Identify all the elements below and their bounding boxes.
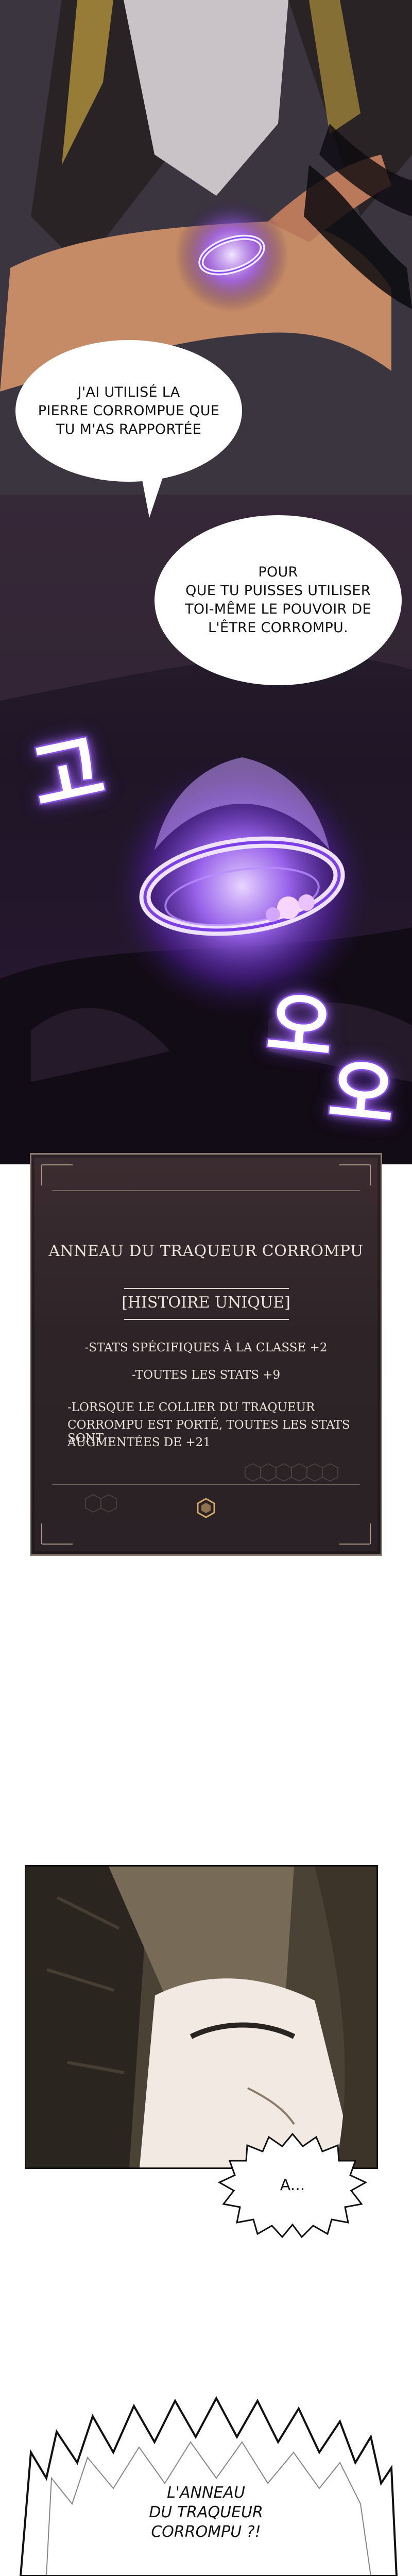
bubble-line: PIERRE CORROMPUE QUE (38, 402, 220, 419)
character-closeup-art (26, 1867, 376, 2167)
ring-gem-icon (277, 896, 300, 919)
sfx-o-1: 오 (262, 980, 339, 1074)
stat-line: -TOUTES LES STATS +9 (131, 1368, 281, 1382)
exclaim-line: CORROMPU ?! (151, 2523, 261, 2541)
exclaim-line: DU TRAQUEUR (149, 2503, 263, 2521)
bubble-line: POUR (258, 564, 298, 580)
speech-bubble-1: J'AI UTILISÉ LA PIERRE CORROMPUE QUE TU … (15, 340, 242, 482)
bubble-line: L'ÊTRE CORROMPU. (208, 620, 348, 636)
bonus-line: -LORSQUE LE COLLIER DU TRAQUEUR (67, 1401, 315, 1414)
speech-bubble-2: POUR QUE TU PUISSES UTILISER TOI-MÊME LE… (154, 515, 402, 685)
stat-line: -STATS SPÉCIFIQUES À LA CLASSE +2 (84, 1341, 328, 1354)
reaction-bubble: A... (215, 2131, 370, 2239)
reaction-text: A... (280, 2176, 305, 2194)
bubble-line: TOI-MÊME LE POUVOIR DE (185, 601, 371, 617)
bubble-line: J'AI UTILISÉ LA (77, 384, 180, 400)
item-title: ANNEAU DU TRAQUEUR CORROMPU (48, 1242, 364, 1260)
illustration-panel-top: J'AI UTILISÉ LA PIERRE CORROMPUE QUE TU … (0, 0, 412, 1164)
item-info-window: ANNEAU DU TRAQUEUR CORROMPU [HISTOIRE UN… (30, 1153, 382, 1556)
exclaim-line: L'ANNEAU (167, 2484, 245, 2502)
illustration-panel-bottom (0, 2349, 412, 2576)
ring-glow-small (175, 198, 288, 312)
exclaim-text: L'ANNEAU DU TRAQUEUR CORROMPU ?! (0, 2483, 412, 2542)
illustration-panel-mid (25, 1865, 378, 2169)
bubble-tail (139, 464, 167, 518)
bubble-line: TU M'AS RAPPORTÉE (56, 421, 202, 437)
window-decoration (41, 1164, 371, 1545)
bonus-line: AUGMENTÉES DE +21 (67, 1436, 211, 1449)
bubble-line: QUE TU PUISSES UTILISER (185, 583, 371, 599)
item-rarity: [HISTOIRE UNIQUE] (122, 1294, 290, 1312)
sfx-o-2: 오 (323, 1047, 401, 1141)
exclaim-burst-shape (0, 2349, 412, 2576)
